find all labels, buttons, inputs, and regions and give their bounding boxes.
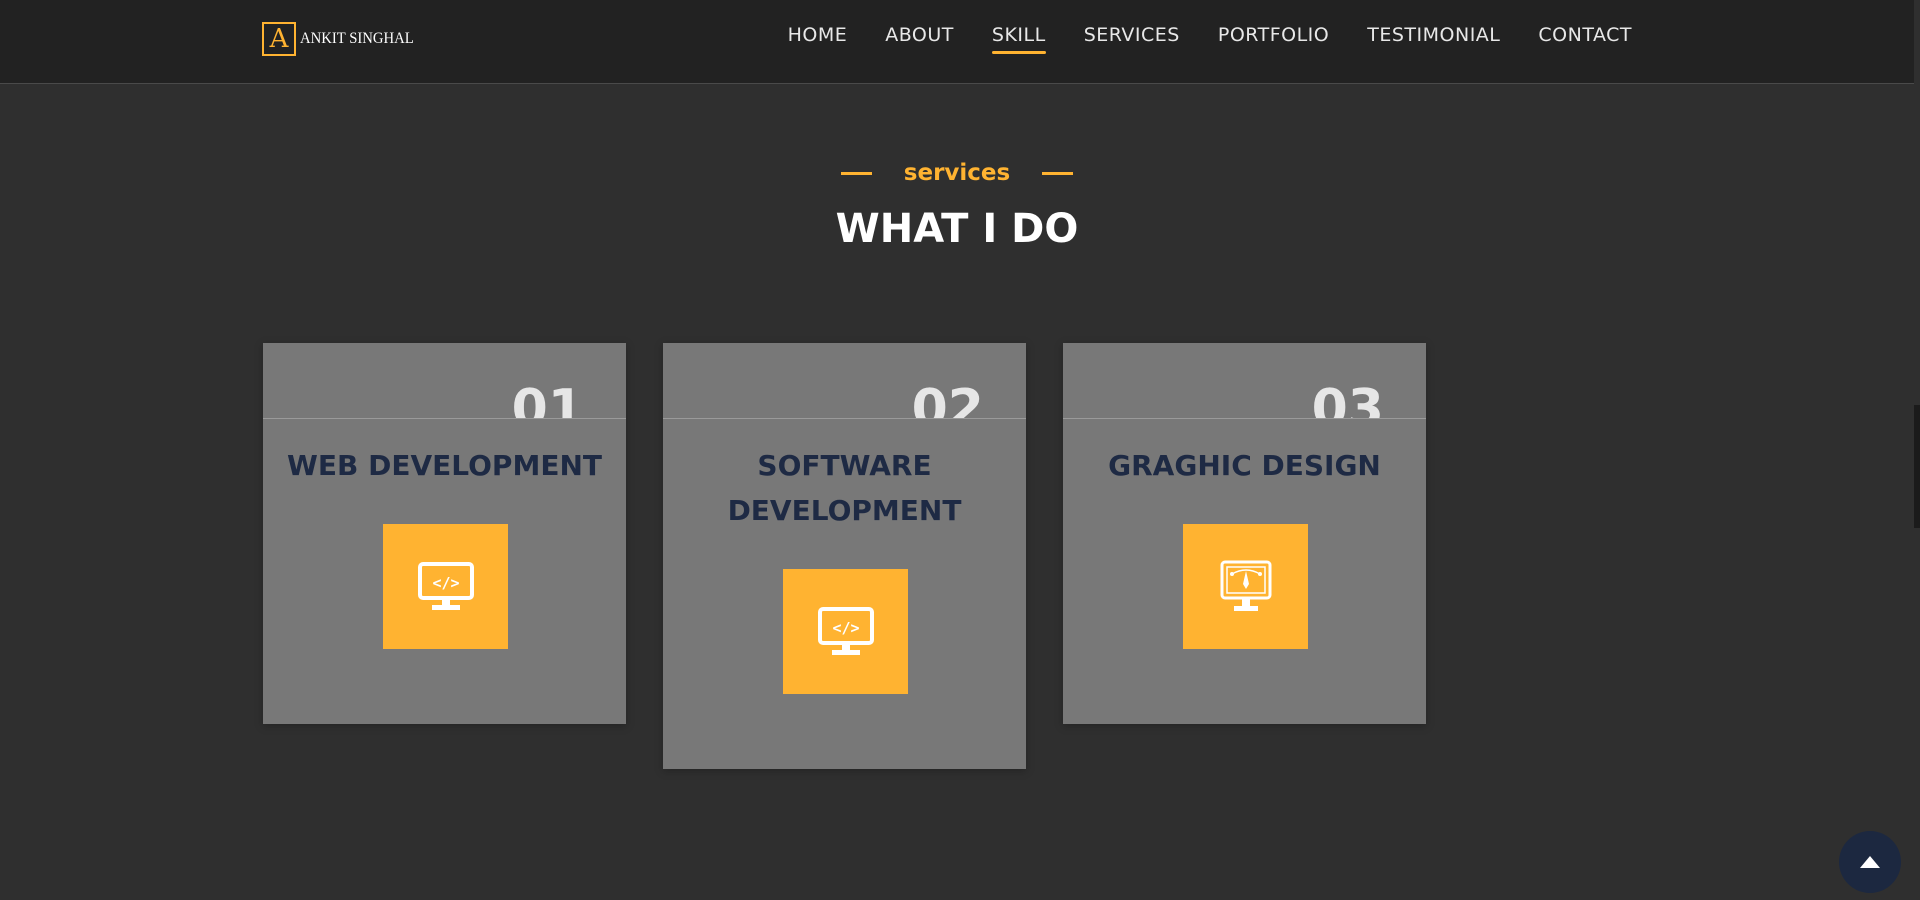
nav-about[interactable]: ABOUT bbox=[885, 24, 954, 52]
service-card-web-development[interactable]: 01 WEB DEVELOPMENT </> bbox=[263, 343, 626, 724]
card-number-area: 01 bbox=[263, 343, 626, 418]
card-divider bbox=[1063, 418, 1426, 419]
card-divider bbox=[263, 418, 626, 419]
card-number-area: 02 bbox=[663, 343, 1026, 418]
section-title: WHAT I DO bbox=[835, 206, 1079, 252]
back-to-top-button[interactable] bbox=[1839, 831, 1901, 893]
nav-portfolio[interactable]: PORTFOLIO bbox=[1218, 24, 1329, 52]
scrollbar-thumb[interactable] bbox=[1914, 405, 1920, 528]
nav-contact[interactable]: CONTACT bbox=[1538, 24, 1632, 52]
card-title: SOFTWARE DEVELOPMENT bbox=[727, 449, 962, 527]
card-divider bbox=[663, 418, 1026, 419]
card-title: GRAGHIC DESIGN bbox=[1108, 449, 1381, 482]
service-card-graphic-design[interactable]: 03 GRAGHIC DESIGN bbox=[1063, 343, 1426, 724]
section-kicker: services bbox=[0, 160, 1914, 186]
service-card-software-development[interactable]: 02 SOFTWARE DEVELOPMENT </> bbox=[663, 343, 1026, 769]
svg-text:</>: </> bbox=[432, 574, 459, 592]
site-logo[interactable]: A ANKIT SINGHAL bbox=[262, 22, 424, 56]
nav-skill[interactable]: SKILL bbox=[991, 24, 1046, 54]
logo-letter: A bbox=[262, 22, 296, 56]
logo-text: ANKIT SINGHAL bbox=[300, 30, 414, 47]
main-nav: HOME ABOUT SKILL SERVICES PORTFOLIO TEST… bbox=[750, 24, 1632, 54]
kicker-line-left bbox=[840, 171, 872, 175]
section-kicker-text: services bbox=[903, 160, 1011, 186]
card-number: 01 bbox=[511, 379, 584, 418]
card-number: 03 bbox=[1311, 379, 1384, 418]
nav-home[interactable]: HOME bbox=[788, 24, 848, 52]
code-monitor-icon: </> bbox=[383, 524, 508, 649]
code-monitor-icon: </> bbox=[783, 569, 908, 694]
card-title: WEB DEVELOPMENT bbox=[287, 449, 602, 482]
svg-text:</>: </> bbox=[832, 619, 859, 637]
nav-services[interactable]: SERVICES bbox=[1084, 24, 1180, 52]
arrow-up-icon bbox=[1860, 856, 1880, 868]
design-monitor-icon bbox=[1183, 524, 1308, 649]
site-header: A ANKIT SINGHAL HOME ABOUT SKILL SERVICE… bbox=[0, 0, 1914, 84]
kicker-line-right bbox=[1042, 171, 1074, 175]
card-number: 02 bbox=[911, 379, 984, 418]
nav-testimonial[interactable]: TESTIMONIAL bbox=[1367, 24, 1500, 52]
card-number-area: 03 bbox=[1063, 343, 1426, 418]
